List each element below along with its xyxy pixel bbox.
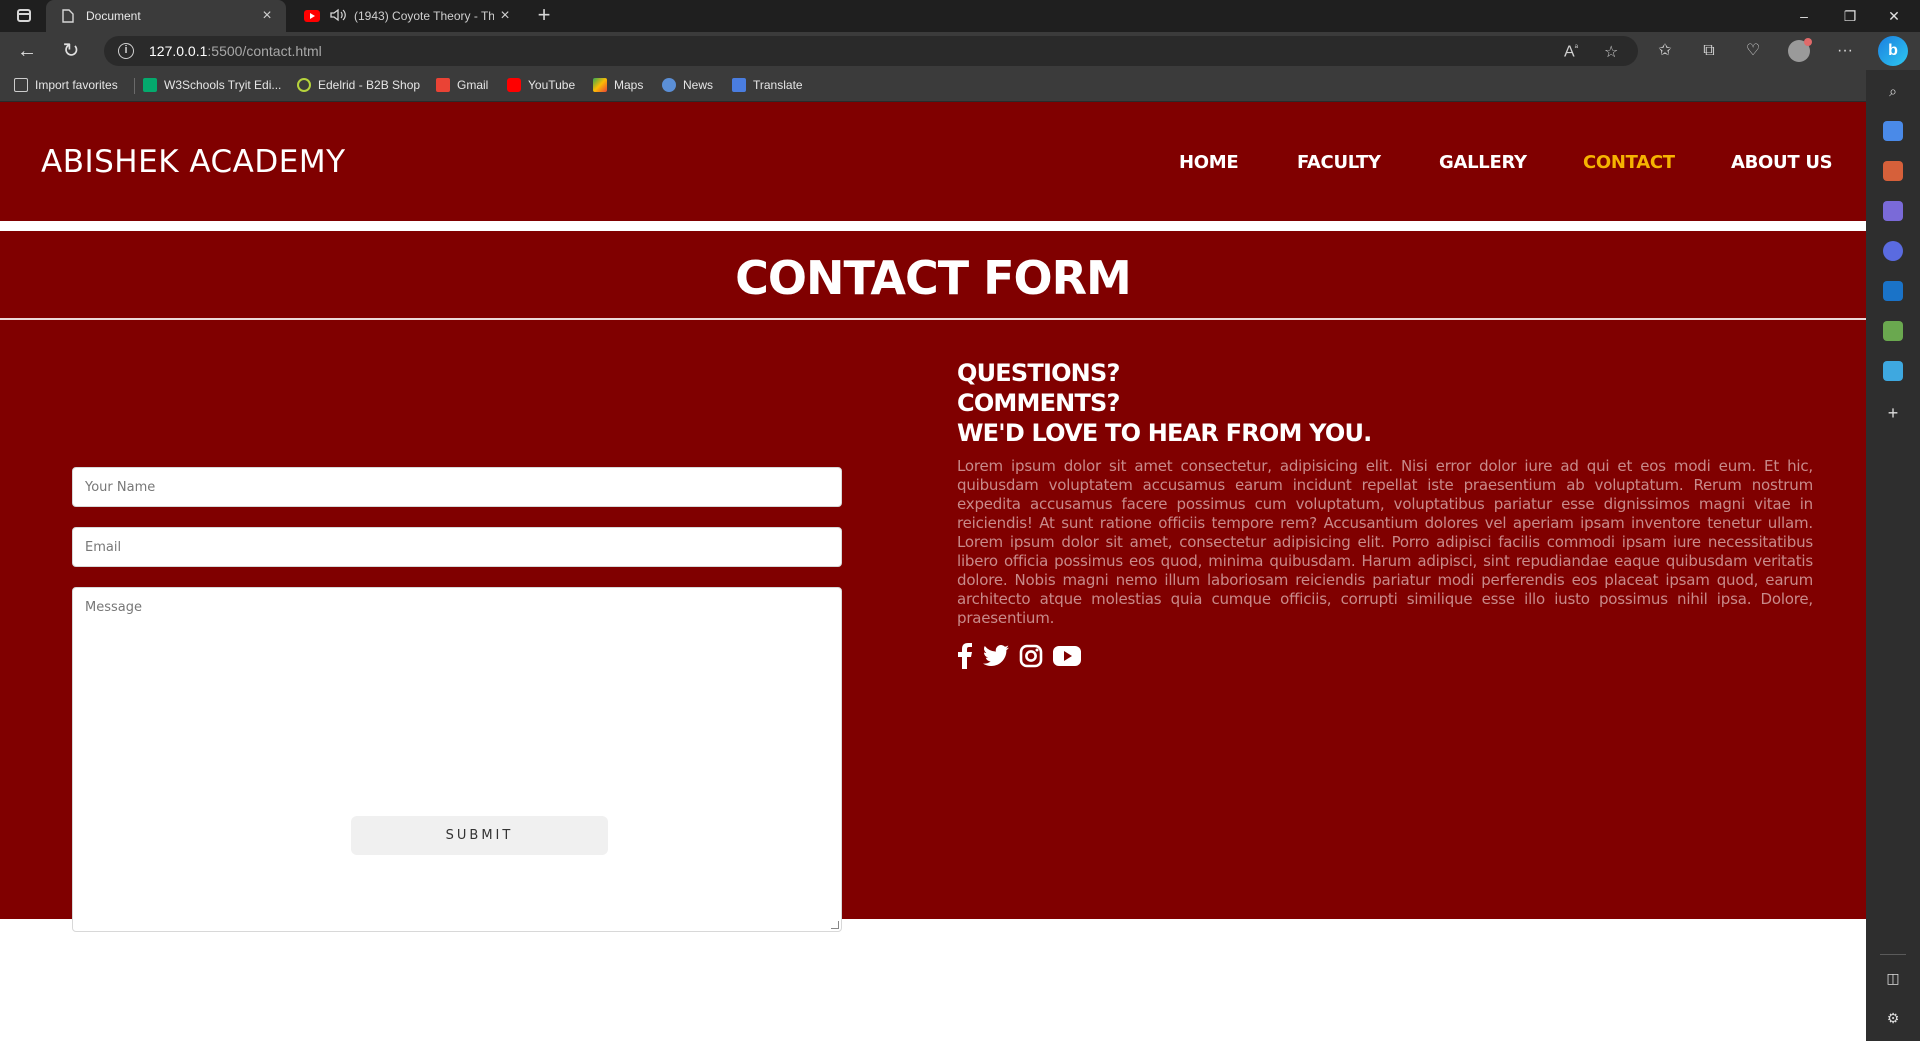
youtube-icon — [304, 8, 320, 24]
settings-gear-icon[interactable]: ⚙ — [1883, 1008, 1903, 1028]
close-tab-icon[interactable]: × — [494, 7, 516, 25]
favorites-icon[interactable]: ✩ — [1654, 40, 1676, 62]
nav-contact[interactable]: CONTACT — [1583, 152, 1675, 173]
edelrid-icon — [297, 78, 311, 92]
designer-icon[interactable] — [1883, 321, 1903, 341]
nav-home[interactable]: HOME — [1179, 152, 1239, 173]
copilot-icon[interactable]: b — [1878, 36, 1908, 66]
nav-gallery[interactable]: GALLERY — [1439, 152, 1527, 173]
site-info-icon[interactable]: i — [118, 43, 134, 59]
collections-icon[interactable]: ⧉ — [1698, 40, 1720, 62]
gmail-icon — [436, 78, 450, 92]
drop-icon[interactable] — [1883, 361, 1903, 381]
import-icon — [14, 78, 28, 92]
title-divider — [0, 318, 1866, 320]
refresh-icon[interactable]: ↻ — [56, 36, 86, 66]
bookmark-w3schools[interactable]: W3Schools Tryit Edi... — [143, 78, 281, 92]
bookmark-news[interactable]: News — [662, 78, 713, 92]
bookmarks-bar: Import favorites W3Schools Tryit Edi... … — [0, 70, 1866, 102]
address-bar[interactable]: i 127.0.0.1:5500/contact.html Aᵃ ☆ — [104, 36, 1638, 66]
outlook-icon[interactable] — [1883, 281, 1903, 301]
search-icon[interactable]: ⌕ — [1883, 81, 1903, 101]
web-page: ABISHEK ACADEMY HOME FACULTY GALLERY CON… — [0, 102, 1866, 1041]
email-input[interactable]: Email — [72, 527, 842, 567]
document-icon — [60, 8, 76, 24]
bookmark-import-favorites[interactable]: Import favorites — [14, 78, 118, 92]
minimize-icon[interactable]: – — [1782, 0, 1826, 32]
tab-title: Document — [86, 9, 141, 23]
header-divider — [0, 221, 1866, 231]
twitter-icon[interactable] — [983, 645, 1009, 667]
new-tab-icon[interactable]: + — [530, 2, 558, 28]
maps-icon — [593, 78, 607, 92]
more-menu-icon[interactable]: ··· — [1834, 40, 1856, 62]
instagram-icon[interactable] — [1019, 644, 1043, 668]
nav-faculty[interactable]: FACULTY — [1297, 152, 1381, 173]
site-header: ABISHEK ACADEMY HOME FACULTY GALLERY CON… — [0, 102, 1866, 221]
speaker-icon[interactable] — [330, 8, 346, 25]
shopping-icon[interactable] — [1883, 121, 1903, 141]
read-aloud-icon[interactable]: Aᵃ — [1564, 42, 1578, 61]
close-window-icon[interactable]: ✕ — [1872, 0, 1916, 32]
contact-heading: QUESTIONS? COMMENTS? WE'D LOVE TO HEAR F… — [957, 359, 1372, 447]
news-icon — [662, 78, 676, 92]
microsoft-365-icon[interactable] — [1883, 241, 1903, 261]
favorite-star-icon[interactable]: ☆ — [1604, 42, 1618, 62]
tools-icon[interactable] — [1883, 161, 1903, 181]
close-tab-icon[interactable]: × — [256, 7, 278, 25]
back-icon[interactable]: ← — [12, 36, 42, 66]
contact-description: Lorem ipsum dolor sit amet consectetur, … — [957, 457, 1813, 627]
profile-avatar[interactable] — [1788, 38, 1812, 62]
contact-section: CONTACT FORM Your Name Email Message SUB… — [0, 231, 1866, 932]
sidebar-toggle-icon[interactable]: ◫ — [1883, 968, 1903, 988]
site-logo[interactable]: ABISHEK ACADEMY — [41, 144, 346, 180]
message-textarea[interactable]: Message — [72, 587, 842, 932]
bookmark-edelrid[interactable]: Edelrid - B2B Shop — [297, 78, 420, 92]
bookmark-maps[interactable]: Maps — [593, 78, 643, 92]
bookmark-gmail[interactable]: Gmail — [436, 78, 488, 92]
tab-actions-icon[interactable] — [10, 6, 38, 26]
youtube-icon — [507, 78, 521, 92]
bookmark-youtube[interactable]: YouTube — [507, 78, 575, 92]
facebook-icon[interactable] — [957, 643, 973, 669]
address-toolbar: ← ↻ i 127.0.0.1:5500/contact.html Aᵃ ☆ ✩… — [0, 32, 1920, 70]
restore-icon[interactable]: ❐ — [1828, 0, 1872, 32]
w3schools-icon — [143, 78, 157, 92]
tab-title: (1943) Coyote Theory - This — [354, 9, 494, 23]
youtube-icon[interactable] — [1053, 645, 1081, 667]
add-sidebar-icon[interactable]: + — [1883, 403, 1903, 423]
submit-button[interactable]: SUBMIT — [351, 816, 608, 855]
nav-about-us[interactable]: ABOUT US — [1731, 152, 1833, 173]
performance-icon[interactable]: ♡ — [1742, 40, 1764, 62]
social-links — [957, 641, 1091, 671]
resize-handle[interactable] — [831, 921, 839, 929]
edge-sidebar: ⌕ + ◫ ⚙ — [1866, 70, 1920, 1041]
games-icon[interactable] — [1883, 201, 1903, 221]
tab-youtube[interactable]: (1943) Coyote Theory - This × — [290, 0, 524, 32]
page-title: CONTACT FORM — [735, 251, 1132, 305]
browser-tab-bar: Document × (1943) Coyote Theory - This ×… — [0, 0, 1920, 32]
tab-document[interactable]: Document × — [46, 0, 286, 32]
translate-icon — [732, 78, 746, 92]
url-text: 127.0.0.1:5500/contact.html — [149, 43, 322, 59]
bookmark-translate[interactable]: Translate — [732, 78, 803, 92]
name-input[interactable]: Your Name — [72, 467, 842, 507]
